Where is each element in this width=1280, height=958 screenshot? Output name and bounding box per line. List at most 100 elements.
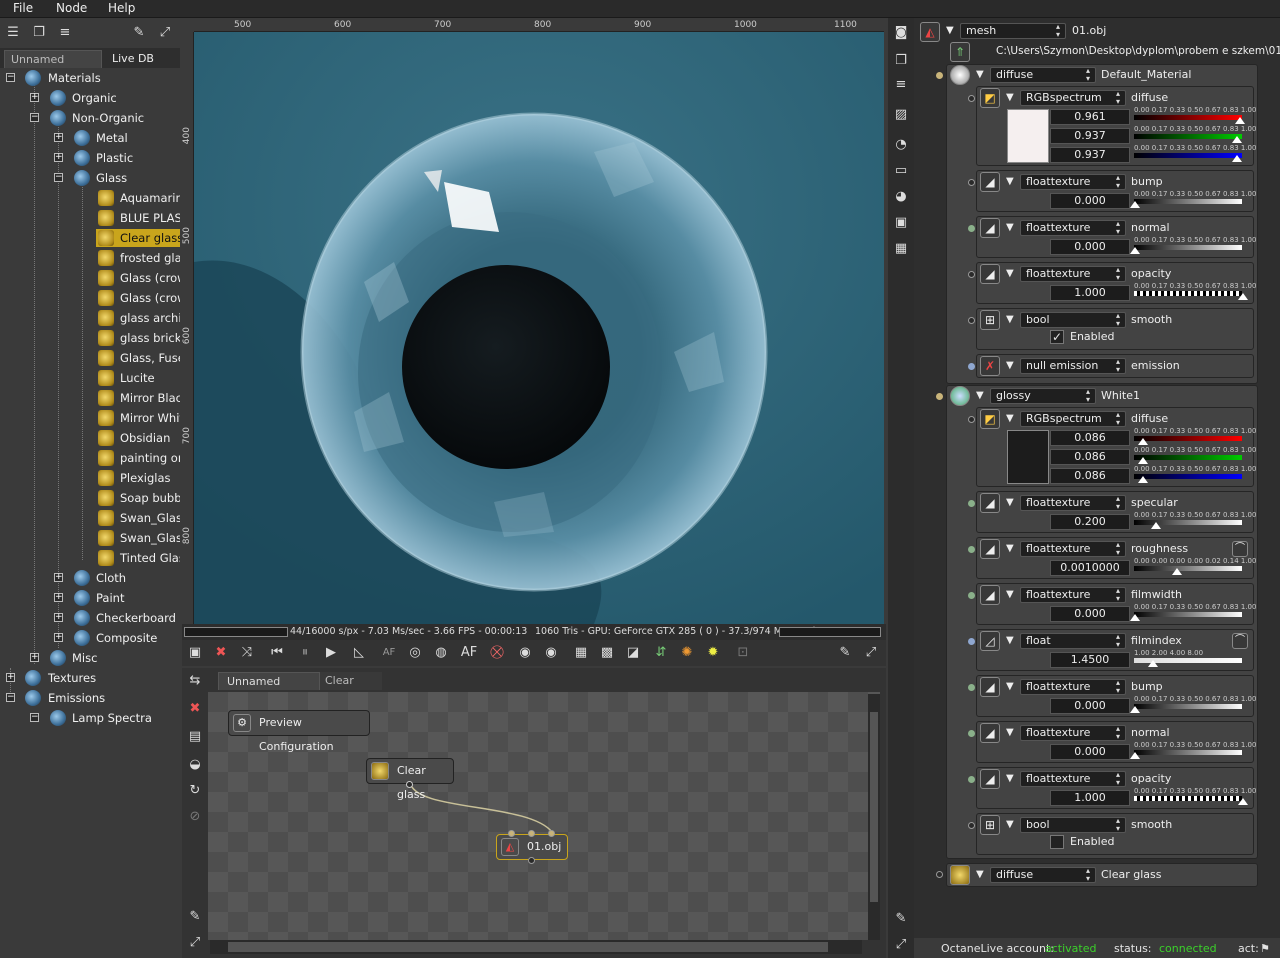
menu-file[interactable]: File — [13, 1, 33, 15]
node-save-icon[interactable]: ▤ — [186, 728, 204, 746]
region-icon[interactable]: ⛒ — [488, 644, 506, 662]
tree-glass-item[interactable]: Soap bubble — [0, 488, 180, 508]
film-icon[interactable]: ▭ — [892, 162, 910, 180]
tree-composite[interactable]: + Composite — [0, 628, 180, 648]
mat1-diffuse-type-select[interactable]: RGBspectrum — [1020, 90, 1126, 106]
mat1-opacity-type-select[interactable]: floattexture — [1020, 266, 1126, 282]
tree-non-organic[interactable]: − Non-Organic — [0, 108, 180, 128]
environment-icon[interactable]: ◕ — [892, 188, 910, 206]
node-tab-unnamed-project[interactable]: Unnamed Project — [218, 672, 320, 706]
mat2-roughness-value[interactable]: 0.0010000 — [1050, 560, 1130, 576]
list-icon[interactable]: ☰ — [4, 24, 22, 42]
collapse-icon[interactable]: ▼ — [1006, 589, 1014, 600]
tree-glass-item[interactable]: glass archite — [0, 308, 180, 328]
tree-materials[interactable]: − Materials — [0, 68, 180, 88]
mat1-diffuse-b[interactable]: 0.937 — [1050, 147, 1130, 163]
render-fullscreen-icon[interactable]: ⤢ — [862, 644, 880, 662]
layers-icon[interactable]: ❐ — [892, 52, 910, 70]
camera-icon[interactable]: ◙ — [892, 24, 910, 42]
mat1-smooth-type-select[interactable]: bool — [1020, 312, 1126, 328]
grid-icon[interactable]: ▦ — [572, 644, 590, 662]
mat1-normal-value[interactable]: 0.000 — [1050, 239, 1130, 255]
collapse-icon[interactable]: ▼ — [1006, 314, 1014, 325]
save-image-icon[interactable]: ▣ — [186, 644, 204, 662]
tree-glass-item[interactable]: Tinted Glass — [0, 548, 180, 568]
mesh-collapse-icon[interactable]: ▼ — [946, 25, 954, 36]
tree-glass-item[interactable]: Glass, Fused — [0, 348, 180, 368]
mat2-diffuse-g[interactable]: 0.086 — [1050, 449, 1130, 465]
mat1-bump-value[interactable]: 0.000 — [1050, 193, 1130, 209]
imager-icon[interactable]: ▣ — [892, 214, 910, 232]
tree-checkerboard[interactable]: + Checkerboard — [0, 608, 180, 628]
tree-glass-item[interactable]: Lucite — [0, 368, 180, 388]
mat2-bump-type-select[interactable]: floattexture — [1020, 679, 1126, 695]
tree-emissions[interactable]: − Emissions — [0, 688, 180, 708]
mat1-type-select[interactable]: diffuse — [990, 67, 1096, 83]
node-delete-icon[interactable]: ✖ — [186, 700, 204, 718]
tree-cloth[interactable]: + Cloth — [0, 568, 180, 588]
tree-glass-item[interactable]: frosted glass — [0, 248, 180, 268]
wrench-icon[interactable]: ✎ — [130, 24, 148, 42]
autofocus-small-button[interactable]: AF — [380, 644, 398, 662]
stack-icon[interactable]: ≡ — [892, 76, 910, 94]
mat2-opacity-type-select[interactable]: floattexture — [1020, 771, 1126, 787]
focus-tool-icon[interactable]: ◺ — [350, 644, 368, 662]
mat1-smooth-checkbox[interactable]: ✓ — [1050, 330, 1064, 344]
render-viewport[interactable] — [194, 32, 884, 624]
autofocus-button[interactable]: AF — [460, 644, 478, 662]
node-link-icon[interactable]: ⊘ — [186, 808, 204, 826]
node-vscroll[interactable] — [868, 694, 880, 940]
mat1-collapse-icon[interactable]: ▼ — [976, 69, 984, 80]
collapse-icon[interactable]: ▼ — [1006, 268, 1014, 279]
mat2-filmindex-type-select[interactable]: float — [1020, 633, 1126, 649]
mat1-normal-type-select[interactable]: floattexture — [1020, 220, 1126, 236]
collapse-icon[interactable]: ▼ — [1006, 635, 1014, 646]
tree-glass-item[interactable]: Aquamarin n — [0, 188, 180, 208]
tree-glass-item[interactable]: BLUE PLAST — [0, 208, 180, 228]
node-canvas[interactable]: ⚙ Preview Configuration Clear glass ◭ 01… — [208, 692, 880, 940]
mat2-diffuse-b[interactable]: 0.086 — [1050, 468, 1130, 484]
kernel-icon[interactable]: ◔ — [892, 136, 910, 154]
node-fullscreen-icon[interactable]: ⤢ — [186, 934, 204, 952]
mat2-normal-value[interactable]: 0.000 — [1050, 744, 1130, 760]
mat3-type-select[interactable]: diffuse — [990, 867, 1096, 883]
mesh-type-select[interactable]: mesh — [960, 23, 1066, 39]
mat1-diffuse-r[interactable]: 0.961 — [1050, 109, 1130, 125]
clear-glass-node[interactable]: Clear glass — [366, 758, 454, 801]
tab-live-db[interactable]: Live DB — [106, 50, 166, 68]
mat1-opacity-value[interactable]: 1.000 — [1050, 285, 1130, 301]
mat2-bump-value[interactable]: 0.000 — [1050, 698, 1130, 714]
menu-node[interactable]: Node — [56, 1, 87, 15]
inspector-wrench-icon[interactable]: ✎ — [892, 910, 910, 928]
mat2-specular-type-select[interactable]: floattexture — [1020, 495, 1126, 511]
tree-glass-item[interactable]: Glass (crow — [0, 268, 180, 288]
collapse-icon[interactable]: ▼ — [1006, 727, 1014, 738]
restart-render-icon[interactable]: ⤨ — [238, 644, 256, 662]
mat2-diffuse-r[interactable]: 0.086 — [1050, 430, 1130, 446]
stack-icon[interactable]: ≡ — [56, 24, 74, 42]
play-icon[interactable]: ▶ — [322, 644, 340, 662]
mat2-normal-type-select[interactable]: floattexture — [1020, 725, 1126, 741]
tree-glass-item[interactable]: Clear glass — [0, 228, 180, 248]
sphere-1-icon[interactable]: ◉ — [516, 644, 534, 662]
light-icon[interactable]: ✹ — [704, 644, 722, 662]
collapse-icon[interactable]: ▼ — [1006, 176, 1014, 187]
mat1-diffuse-swatch[interactable] — [1007, 109, 1049, 163]
mat2-smooth-type-select[interactable]: bool — [1020, 817, 1126, 833]
rewind-icon[interactable]: ⏮ — [268, 644, 286, 662]
mat2-specular-value[interactable]: 0.200 — [1050, 514, 1130, 530]
checker-icon[interactable]: ▩ — [598, 644, 616, 662]
tree-glass-item[interactable]: Swan_Glass — [0, 508, 180, 528]
curve-icon[interactable]: ⌒ — [1232, 541, 1248, 557]
image-icon[interactable]: ▨ — [892, 106, 910, 124]
mat2-filmindex-value[interactable]: 1.4500 — [1050, 652, 1130, 668]
collapse-icon[interactable]: ▼ — [1006, 222, 1014, 233]
collapse-icon[interactable]: ▼ — [1006, 819, 1014, 830]
mat1-emission-type-select[interactable]: null emission — [1020, 358, 1126, 374]
mat2-smooth-checkbox[interactable] — [1050, 835, 1064, 849]
mat2-diffuse-swatch[interactable] — [1007, 430, 1049, 484]
tree-glass-item[interactable]: Plexiglas — [0, 468, 180, 488]
mat2-filmwidth-value[interactable]: 0.000 — [1050, 606, 1130, 622]
mat2-opacity-value[interactable]: 1.000 — [1050, 790, 1130, 806]
white-balance-icon[interactable]: ◎ — [406, 644, 424, 662]
